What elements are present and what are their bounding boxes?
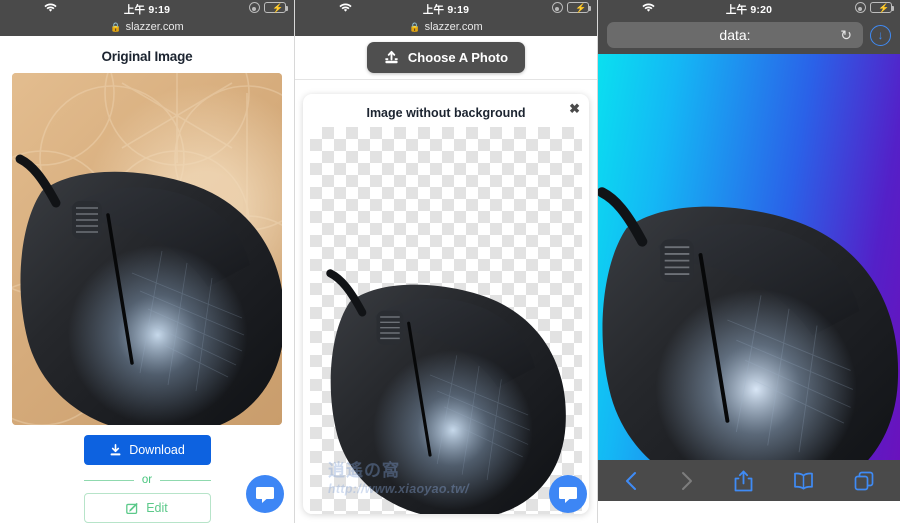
url-domain: slazzer.com [424, 21, 483, 33]
status-bar-panel3: 上午 9:20 ⚡ [598, 0, 900, 18]
panel-original-image: 上午 9:19 ⚡ 🔒 slazzer.com Original Image D… [0, 0, 295, 523]
close-icon[interactable]: ✖ [569, 102, 580, 115]
url-bar-panel1[interactable]: 🔒 slazzer.com [0, 18, 294, 36]
page-content-panel1: Original Image Download or Edit [0, 36, 294, 523]
screenshot-root: 上午 9:19 ⚡ 🔒 slazzer.com Original Image D… [0, 0, 900, 523]
back-chevron-icon[interactable] [624, 471, 639, 491]
gradient-preview [598, 54, 900, 460]
rotation-lock-icon [249, 2, 260, 13]
share-icon[interactable] [734, 470, 753, 492]
chat-bubble-button[interactable] [246, 475, 284, 513]
download-button-label: Download [129, 443, 185, 457]
edit-button-label: Edit [146, 501, 168, 515]
safari-toolbar [598, 460, 900, 501]
lock-icon: 🔒 [110, 21, 122, 32]
download-icon [109, 443, 122, 457]
download-button[interactable]: Download [83, 435, 211, 465]
original-photo [12, 73, 282, 425]
choose-photo-button[interactable]: Choose A Photo [366, 42, 526, 73]
edit-button[interactable]: Edit [83, 493, 211, 523]
rotation-lock-icon [552, 2, 563, 13]
choose-photo-label: Choose A Photo [407, 50, 509, 65]
panel-safari-data-url: 上午 9:20 ⚡ data: ↻ ↓ [598, 0, 900, 523]
page-content-panel2: Choose A Photo Image without background … [295, 36, 597, 523]
downloads-icon[interactable]: ↓ [870, 24, 891, 46]
lock-icon: 🔒 [409, 21, 421, 32]
battery-charging-icon: ⚡ [567, 2, 591, 13]
search-input[interactable]: data: ↻ [607, 22, 863, 48]
watermark-url: http://www.xiaoyao.tw/ [328, 482, 469, 496]
url-domain: slazzer.com [125, 21, 184, 33]
upload-icon [384, 50, 399, 65]
url-value: data: [719, 27, 751, 43]
result-card: Image without background ✖ 逍遙の窩 http://w… [303, 94, 589, 514]
rotation-lock-icon [855, 2, 866, 13]
edit-pencil-icon [126, 502, 139, 515]
result-title: Image without background [366, 106, 526, 120]
wifi-icon [339, 3, 352, 13]
or-label: or [141, 474, 153, 486]
watermark-logo: 逍遙の窩 [328, 461, 400, 481]
tabs-icon[interactable] [854, 471, 874, 491]
forward-chevron-icon [679, 471, 694, 491]
panel-remove-background: 上午 9:19 ⚡ 🔒 slazzer.com Choose A Photo I… [295, 0, 598, 523]
page-title: Original Image [101, 49, 193, 64]
chat-bubble-button[interactable] [549, 475, 587, 513]
battery-charging-icon: ⚡ [264, 2, 288, 13]
bookmarks-icon[interactable] [793, 472, 814, 490]
wifi-icon [44, 3, 57, 13]
or-divider: or [83, 474, 211, 486]
battery-charging-icon: ⚡ [870, 2, 894, 13]
status-bar-panel2: 上午 9:19 ⚡ [295, 0, 597, 18]
transparency-checkerboard: 逍遙の窩 http://www.xiaoyao.tw/ [310, 127, 582, 514]
url-bar-panel2[interactable]: 🔒 slazzer.com [295, 18, 597, 36]
watermark: 逍遙の窩 http://www.xiaoyao.tw/ [328, 456, 469, 496]
reload-icon[interactable]: ↻ [840, 27, 852, 44]
status-bar-panel1: 上午 9:19 ⚡ [0, 0, 294, 18]
wifi-icon [642, 3, 655, 13]
mouse-illustration [12, 73, 282, 425]
